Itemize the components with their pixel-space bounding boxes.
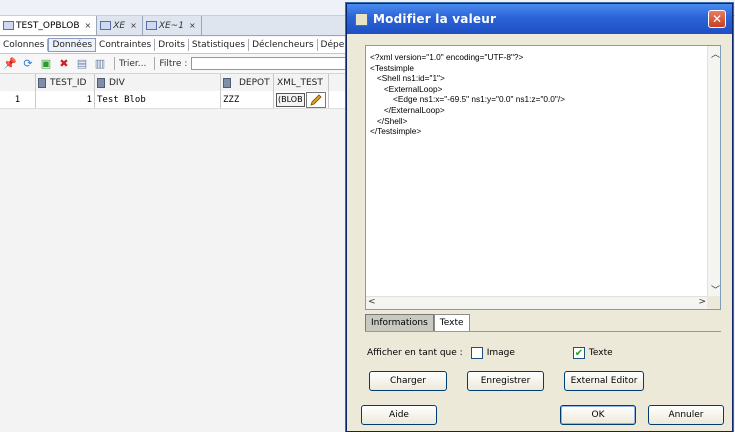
sort-button[interactable]: Trier... — [119, 59, 146, 69]
scroll-down-icon[interactable]: ﹀ — [711, 283, 720, 296]
doc-tab-xe[interactable]: XE × — [97, 16, 143, 35]
column-header-label: DEPOT — [239, 77, 270, 88]
column-header-div[interactable]: DIV — [95, 74, 221, 91]
column-header-xml-test[interactable]: XML_TEST — [274, 74, 329, 91]
document-tabs: TEST_OPBLOB × XE × XE~1 × — [0, 16, 352, 36]
toolbar-separator — [154, 57, 156, 70]
show-as-row: Afficher en tant que : Image ✔ Texte — [367, 347, 613, 359]
toolbar-separator — [114, 57, 115, 70]
tab-declencheurs[interactable]: Déclencheurs — [249, 39, 318, 51]
doc-tab-xe-1[interactable]: XE~1 × — [143, 16, 202, 35]
texte-option-label[interactable]: Texte — [589, 348, 613, 358]
insert-row-icon[interactable]: ▣ — [38, 56, 54, 72]
refresh-icon[interactable]: ⟳ — [20, 56, 36, 72]
tab-droits[interactable]: Droits — [155, 39, 189, 51]
filter-input[interactable] — [191, 57, 352, 70]
cell-xml-test[interactable]: (BLOB — [274, 91, 329, 108]
tab-divider — [365, 331, 721, 332]
column-header-test-id[interactable]: TEST_ID — [36, 74, 95, 91]
image-option-label[interactable]: Image — [487, 348, 515, 358]
table-row[interactable]: 1 1 Test Blob ZZZ (BLOB — [0, 91, 352, 109]
column-header-depot[interactable]: DEPOT — [221, 74, 274, 91]
scroll-up-icon[interactable]: ︿ — [711, 47, 720, 60]
dialog-title: Modifier la valeur — [373, 12, 497, 26]
close-icon[interactable]: × — [130, 21, 137, 30]
close-button[interactable]: ✕ — [708, 10, 726, 28]
row-number: 1 — [0, 91, 36, 108]
cell-test-id[interactable]: 1 — [36, 91, 95, 108]
doc-tab-label: XE~1 — [158, 20, 184, 31]
image-checkbox[interactable] — [470, 347, 483, 359]
rollback-icon[interactable]: ▥ — [92, 56, 108, 72]
connection-icon — [100, 21, 112, 30]
tab-donnees[interactable]: Données — [48, 38, 97, 52]
filter-label: Filtre : — [159, 58, 188, 69]
texte-checkbox[interactable]: ✔ — [572, 347, 585, 359]
grid-header: TEST_ID DIV DEPOT XML_TEST — [0, 74, 352, 91]
column-type-icon — [38, 77, 46, 88]
tab-texte[interactable]: Texte — [433, 314, 470, 331]
data-toolbar: 📌 ⟳ ▣ ✖ ▤ ▥ Trier... Filtre : — [0, 54, 352, 74]
connection-icon — [145, 21, 157, 30]
tab-colonnes[interactable]: Colonnes — [0, 39, 49, 51]
tab-statistiques[interactable]: Statistiques — [189, 39, 250, 51]
scroll-right-icon[interactable]: > — [698, 297, 706, 307]
ok-button[interactable]: OK — [560, 405, 636, 425]
row-number-header — [0, 74, 36, 91]
horizontal-scrollbar[interactable]: < > — [366, 296, 708, 309]
editor-content[interactable]: <?xml version="1.0" encoding="UTF-8"?> <… — [370, 52, 565, 137]
close-icon[interactable]: × — [189, 21, 196, 30]
column-header-label: TEST_ID — [50, 77, 87, 88]
tab-informations[interactable]: Informations — [365, 314, 434, 331]
scrollbar-corner — [707, 296, 720, 309]
pin-icon[interactable]: 📌 — [2, 56, 18, 72]
commit-icon[interactable]: ▤ — [74, 56, 90, 72]
delete-row-icon[interactable]: ✖ — [56, 56, 72, 72]
doc-tab-label: XE — [113, 20, 126, 31]
column-type-icon — [223, 77, 231, 88]
dialog-titlebar[interactable]: Modifier la valeur ✕ — [347, 4, 732, 34]
doc-tab-test-opblob[interactable]: TEST_OPBLOB × — [0, 16, 98, 35]
column-header-label: XML_TEST — [277, 77, 323, 88]
modify-value-dialog: Modifier la valeur ✕ <?xml version="1.0"… — [346, 3, 733, 432]
value-text-editor[interactable]: <?xml version="1.0" encoding="UTF-8"?> <… — [365, 45, 721, 310]
external-editor-button[interactable]: External Editor — [564, 371, 644, 391]
column-header-label: DIV — [109, 77, 125, 88]
column-type-icon — [97, 77, 105, 88]
table-sub-tabs: Colonnes Données Contraintes Droits Stat… — [0, 37, 352, 54]
cell-div[interactable]: Test Blob — [95, 91, 221, 108]
scroll-left-icon[interactable]: < — [368, 297, 376, 307]
app-icon — [355, 12, 368, 26]
tab-contraintes[interactable]: Contraintes — [96, 39, 156, 51]
close-icon[interactable]: × — [85, 21, 92, 30]
edit-pencil-icon[interactable] — [305, 91, 326, 108]
doc-tab-label: TEST_OPBLOB — [16, 20, 80, 31]
table-icon — [3, 21, 14, 30]
data-grid: TEST_ID DIV DEPOT XML_TEST 1 1 Test Blob… — [0, 74, 352, 109]
cell-depot[interactable]: ZZZ — [221, 91, 274, 108]
dialog-tabs: Informations Texte — [365, 314, 470, 331]
cancel-button[interactable]: Annuler — [648, 405, 724, 425]
load-button[interactable]: Charger — [369, 371, 447, 391]
vertical-scrollbar[interactable]: ︿ ﹀ — [707, 46, 720, 297]
show-as-label: Afficher en tant que : — [367, 348, 463, 358]
help-button[interactable]: Aide — [361, 405, 437, 425]
save-button[interactable]: Enregistrer — [467, 371, 544, 391]
blob-value: (BLOB — [276, 92, 305, 107]
